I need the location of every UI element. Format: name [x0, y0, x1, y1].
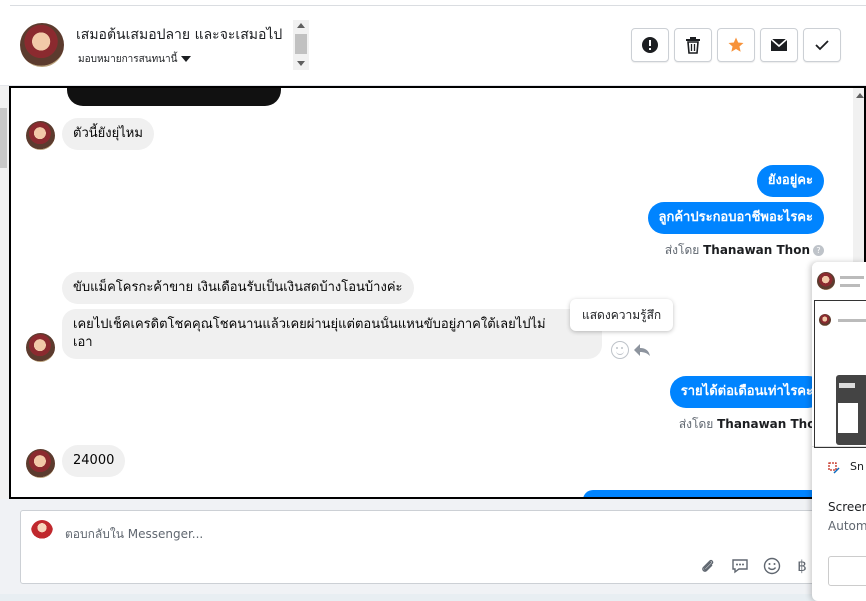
done-button[interactable] — [803, 28, 841, 62]
star-icon — [728, 37, 744, 52]
sent-by-prefix: ส่งโดย — [664, 243, 700, 257]
mark-unread-button[interactable] — [760, 28, 798, 62]
contact-name: เสมอต้นเสมอปลาย และจะเสมอไป — [76, 27, 283, 43]
incoming-message[interactable]: เคยไปเช็คเครดิตโชคคุณโชคนานแล้วเคยผ่านยุ… — [62, 309, 602, 359]
page-avatar — [31, 520, 53, 542]
message-line: เคยไปเช็คเครดิตโชคคุณโชคนานแล้วเคยผ่านยุ… — [73, 317, 546, 332]
thumbnail-phone — [836, 375, 866, 445]
bottom-strip — [0, 594, 866, 601]
payment-icon[interactable]: ฿ — [793, 555, 811, 577]
message-line: เอา — [73, 335, 93, 350]
sent-by-label: ส่งโดย Thanawan Thon? — [665, 241, 824, 260]
header-divider — [10, 5, 866, 6]
contact-avatar-small — [26, 121, 55, 150]
reply-composer[interactable]: ตอบกลับใน Messenger... ฿ — [20, 510, 846, 584]
incoming-message[interactable]: ขับแม็คโครกะค้าขาย เงินเดือนรับเป็นเงินส… — [62, 272, 414, 304]
outgoing-message[interactable]: รายได้ต่อเดือนเท่าไรคะ — [669, 376, 824, 408]
thumbnail-text — [840, 284, 860, 287]
scroll-up-arrow-icon[interactable] — [297, 23, 305, 28]
scroll-up-arrow-icon[interactable] — [856, 93, 864, 98]
assign-conversation-dropdown[interactable]: มอบหมายการสนทนานี้ — [78, 52, 192, 67]
left-scroll-thumb[interactable] — [0, 108, 7, 168]
help-icon[interactable]: ? — [813, 245, 824, 256]
left-scrollbar[interactable] — [0, 86, 9, 499]
thumbnail-text — [838, 319, 866, 322]
conversation-header: เสมอต้นเสมอปลาย และจะเสมอไป มอบหมายการสน… — [0, 0, 866, 86]
envelope-icon — [770, 38, 788, 51]
contact-avatar-small — [26, 333, 55, 362]
thumbnail-text — [840, 276, 864, 279]
screenshot-thumbnail[interactable] — [812, 262, 866, 448]
snip-app-name: Sn — [850, 460, 864, 473]
sent-by-name: Thanawan Thon — [703, 243, 810, 257]
thumbnail-avatar — [819, 314, 831, 326]
snip-action-button[interactable] — [828, 556, 866, 586]
reply-icon[interactable] — [633, 343, 651, 357]
snipping-tool-icon — [828, 462, 840, 474]
sent-by-prefix: ส่งโดย — [678, 417, 714, 431]
star-button[interactable] — [717, 28, 755, 62]
spam-button[interactable] — [631, 28, 669, 62]
snip-title: Screen — [828, 500, 866, 514]
contact-avatar-small — [26, 449, 55, 478]
title-area: เสมอต้นเสมอปลาย และจะเสมอไป มอบหมายการสน… — [70, 19, 310, 71]
chevron-down-icon — [181, 56, 192, 62]
assign-label: มอบหมายการสนทนานี้ — [78, 54, 178, 65]
trash-icon — [686, 37, 700, 54]
outgoing-message[interactable]: ยังอยู่คะ — [756, 165, 824, 197]
sent-by-label: ส่งโดย Thanawan Thon — [679, 415, 824, 434]
saved-replies-icon[interactable] — [729, 555, 751, 577]
react-tooltip: แสดงความรู้สึก — [570, 299, 674, 331]
outgoing-message[interactable]: ลูกค้าประกอบอาชีพอะไรคะ — [647, 202, 824, 234]
incoming-message[interactable]: 24000 — [62, 445, 126, 477]
contact-avatar[interactable] — [20, 23, 64, 67]
check-icon — [815, 40, 829, 51]
scroll-down-arrow-icon[interactable] — [297, 61, 305, 66]
media-attachment[interactable] — [67, 88, 281, 106]
outgoing-message-partial[interactable] — [583, 490, 823, 497]
messenger-inbox: เสมอต้นเสมอปลาย และจะเสมอไป มอบหมายการสน… — [0, 0, 866, 601]
emoji-icon[interactable] — [761, 555, 783, 577]
exclamation-icon — [642, 37, 658, 53]
react-emoji-icon[interactable] — [611, 341, 629, 359]
scroll-thumb[interactable] — [295, 34, 307, 54]
incoming-message[interactable]: ตัวนี้ยังยุ่ไหม — [62, 118, 154, 150]
reply-input[interactable]: ตอบกลับใน Messenger... — [65, 525, 203, 544]
delete-button[interactable] — [674, 28, 712, 62]
attachment-icon[interactable] — [697, 555, 719, 577]
title-scrollbar[interactable] — [293, 20, 309, 70]
thumbnail-avatar — [817, 272, 835, 290]
sent-by-name: Thanawan Thon — [717, 417, 824, 431]
message-thread: ตัวนี้ยังยุ่ไหม ยังอยู่คะ ลูกค้าประกอบอา… — [9, 86, 866, 499]
snipping-tool-notification[interactable]: Sn Screen Autom — [812, 262, 866, 601]
snip-subtitle: Autom — [828, 519, 866, 533]
